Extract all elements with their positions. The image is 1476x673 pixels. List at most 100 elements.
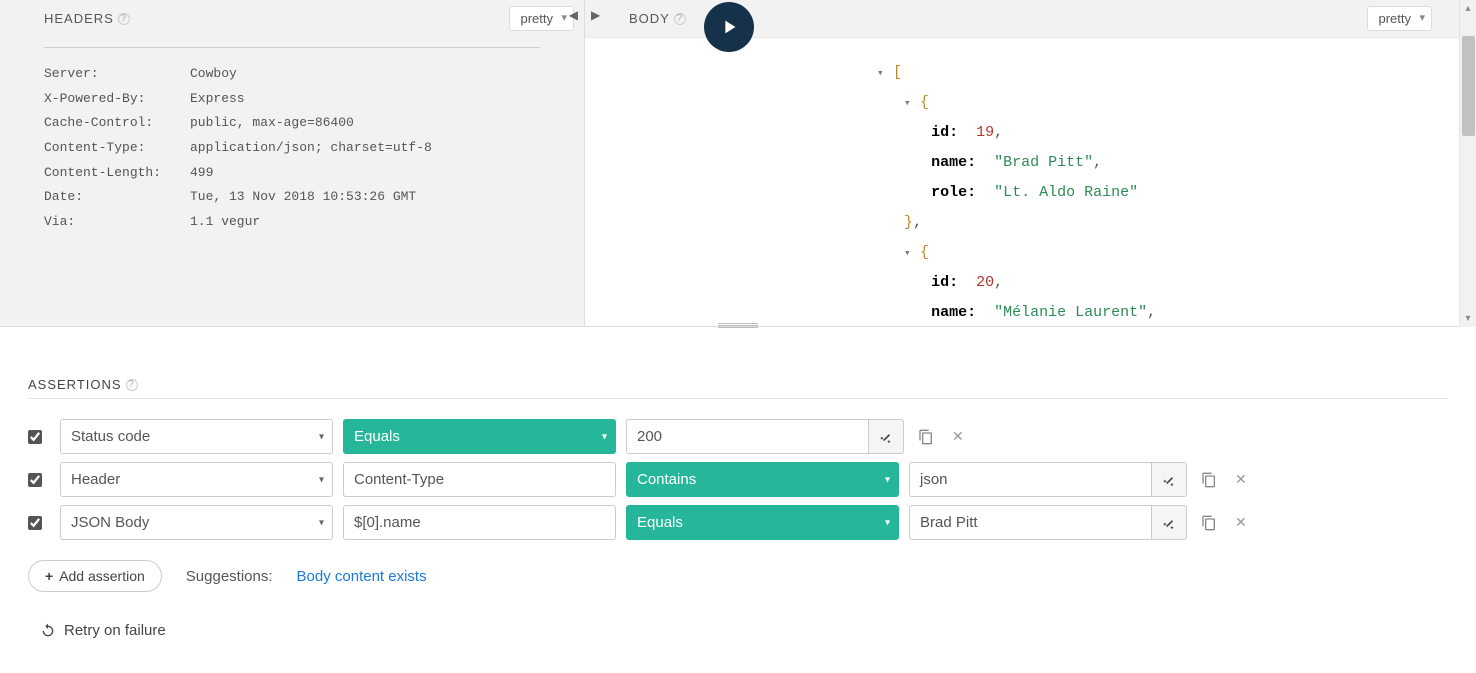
json-line: ▾{ bbox=[625, 238, 1436, 268]
header-row: Cache-Control:public, max-age=86400 bbox=[44, 111, 540, 136]
json-line: ▾{ bbox=[625, 88, 1436, 118]
json-name: Brad Pitt bbox=[1003, 154, 1084, 171]
assertions-title-text: ASSERTIONS bbox=[28, 377, 122, 392]
plus-icon: + bbox=[45, 568, 53, 584]
assertion-target-input[interactable]: Brad Pitt bbox=[909, 505, 1151, 540]
header-row: Via:1.1 vegur bbox=[44, 210, 540, 235]
caret-icon[interactable]: ▾ bbox=[904, 93, 916, 115]
assertion-source-select[interactable]: JSON Body bbox=[60, 505, 333, 540]
retry-on-failure-row[interactable]: Retry on failure bbox=[40, 622, 1448, 639]
json-line: ▾[ bbox=[625, 58, 1436, 88]
copy-button[interactable] bbox=[914, 425, 938, 449]
add-assertion-row: + Add assertion Suggestions: Body conten… bbox=[28, 560, 1448, 592]
help-icon[interactable]: ? bbox=[126, 379, 138, 391]
header-value: public, max-age=86400 bbox=[190, 111, 354, 136]
wand-icon bbox=[1162, 473, 1176, 487]
header-row: X-Powered-By:Express bbox=[44, 87, 540, 112]
assertions-title: ASSERTIONS ? bbox=[28, 377, 1448, 392]
scroll-down-icon[interactable]: ▾ bbox=[1460, 310, 1476, 327]
headers-list: Server:Cowboy X-Powered-By:Express Cache… bbox=[0, 37, 584, 255]
assertion-enabled-checkbox[interactable] bbox=[28, 473, 42, 487]
assertion-source-select[interactable]: Status code bbox=[60, 419, 333, 454]
body-title-text: BODY bbox=[629, 11, 670, 26]
header-key: Date: bbox=[44, 185, 190, 210]
json-line: }, bbox=[625, 208, 1436, 238]
scrollbar[interactable]: ▴ ▾ bbox=[1459, 0, 1476, 327]
assertion-target-input[interactable]: json bbox=[909, 462, 1151, 497]
header-key: X-Powered-By: bbox=[44, 87, 190, 112]
assertion-comparison-select[interactable]: Contains bbox=[626, 462, 899, 497]
copy-button[interactable] bbox=[1197, 468, 1221, 492]
assertion-enabled-checkbox[interactable] bbox=[28, 516, 42, 530]
resize-handle[interactable] bbox=[718, 323, 758, 329]
remove-button[interactable]: ✕ bbox=[1231, 467, 1251, 492]
header-key: Cache-Control: bbox=[44, 111, 190, 136]
help-icon[interactable]: ? bbox=[674, 13, 686, 25]
caret-icon[interactable]: ▾ bbox=[877, 63, 889, 85]
copy-icon bbox=[1201, 472, 1217, 488]
wand-button[interactable] bbox=[868, 419, 904, 454]
header-value: Express bbox=[190, 87, 245, 112]
play-icon bbox=[718, 16, 740, 38]
wand-button[interactable] bbox=[1151, 462, 1187, 497]
header-row: Date:Tue, 13 Nov 2018 10:53:26 GMT bbox=[44, 185, 540, 210]
json-name: Mélanie Laurent bbox=[1003, 304, 1138, 321]
wand-button[interactable] bbox=[1151, 505, 1187, 540]
remove-button[interactable]: ✕ bbox=[948, 424, 968, 449]
header-row: Server:Cowboy bbox=[44, 62, 540, 87]
wand-icon bbox=[879, 430, 893, 444]
body-format-select[interactable]: pretty bbox=[1367, 6, 1432, 31]
add-assertion-button[interactable]: + Add assertion bbox=[28, 560, 162, 592]
headers-panel-header: HEADERS ? pretty bbox=[0, 0, 584, 37]
suggestion-link[interactable]: Body content exists bbox=[297, 568, 427, 585]
copy-icon bbox=[1201, 515, 1217, 531]
header-value: 1.1 vegur bbox=[190, 210, 260, 235]
wand-icon bbox=[1162, 516, 1176, 530]
header-value: application/json; charset=utf-8 bbox=[190, 136, 432, 161]
headers-format-select[interactable]: pretty bbox=[509, 6, 574, 31]
header-key: Via: bbox=[44, 210, 190, 235]
add-assertion-label: Add assertion bbox=[59, 568, 145, 584]
assertion-row: Header Content-Type Contains json ✕ bbox=[28, 462, 1448, 497]
scroll-up-icon[interactable]: ▴ bbox=[1460, 0, 1476, 17]
json-line: name: "Mélanie Laurent", bbox=[625, 298, 1436, 326]
json-role: Lt. Aldo Raine bbox=[1003, 184, 1129, 201]
json-id: 19 bbox=[976, 124, 994, 141]
body-title: BODY ? bbox=[629, 11, 686, 26]
play-button[interactable] bbox=[704, 2, 754, 52]
assertion-comparison-select[interactable]: Equals bbox=[343, 419, 616, 454]
header-key: Content-Type: bbox=[44, 136, 190, 161]
assertion-target-input[interactable]: 200 bbox=[626, 419, 868, 454]
remove-button[interactable]: ✕ bbox=[1231, 510, 1251, 535]
copy-button[interactable] bbox=[1197, 511, 1221, 535]
header-value: Tue, 13 Nov 2018 10:53:26 GMT bbox=[190, 185, 416, 210]
json-viewer: ▾[ ▾{ id: 19, name: "Brad Pitt", role: " bbox=[585, 38, 1476, 326]
retry-icon bbox=[40, 623, 56, 639]
assertion-comparison-select[interactable]: Equals bbox=[626, 505, 899, 540]
json-line: name: "Brad Pitt", bbox=[625, 148, 1436, 178]
headers-title: HEADERS ? bbox=[44, 11, 130, 26]
assertion-property-input[interactable]: $[0].name bbox=[343, 505, 616, 540]
caret-icon[interactable]: ▾ bbox=[904, 243, 916, 265]
help-icon[interactable]: ? bbox=[118, 13, 130, 25]
response-panels: HEADERS ? pretty ◀ Server:Cowboy X-Power… bbox=[0, 0, 1476, 327]
collapse-right-icon[interactable]: ▶ bbox=[591, 8, 600, 22]
retry-label: Retry on failure bbox=[64, 622, 166, 639]
assertions-divider bbox=[28, 398, 1448, 399]
collapse-left-icon[interactable]: ◀ bbox=[569, 8, 578, 22]
copy-icon bbox=[918, 429, 934, 445]
assertion-source-select[interactable]: Header bbox=[60, 462, 333, 497]
assertion-property-input[interactable]: Content-Type bbox=[343, 462, 616, 497]
header-row: Content-Length:499 bbox=[44, 161, 540, 186]
json-line: id: 19, bbox=[625, 118, 1436, 148]
assertion-row: Status code Equals 200 ✕ bbox=[28, 419, 1448, 454]
assertions-section: ASSERTIONS ? Status code Equals 200 ✕ He… bbox=[0, 327, 1476, 659]
header-value: Cowboy bbox=[190, 62, 237, 87]
scroll-thumb[interactable] bbox=[1462, 36, 1475, 136]
suggestions-label: Suggestions: bbox=[186, 568, 273, 585]
assertion-enabled-checkbox[interactable] bbox=[28, 430, 42, 444]
json-id: 20 bbox=[976, 274, 994, 291]
header-key: Server: bbox=[44, 62, 190, 87]
headers-panel: HEADERS ? pretty ◀ Server:Cowboy X-Power… bbox=[0, 0, 585, 326]
header-value: 499 bbox=[190, 161, 213, 186]
